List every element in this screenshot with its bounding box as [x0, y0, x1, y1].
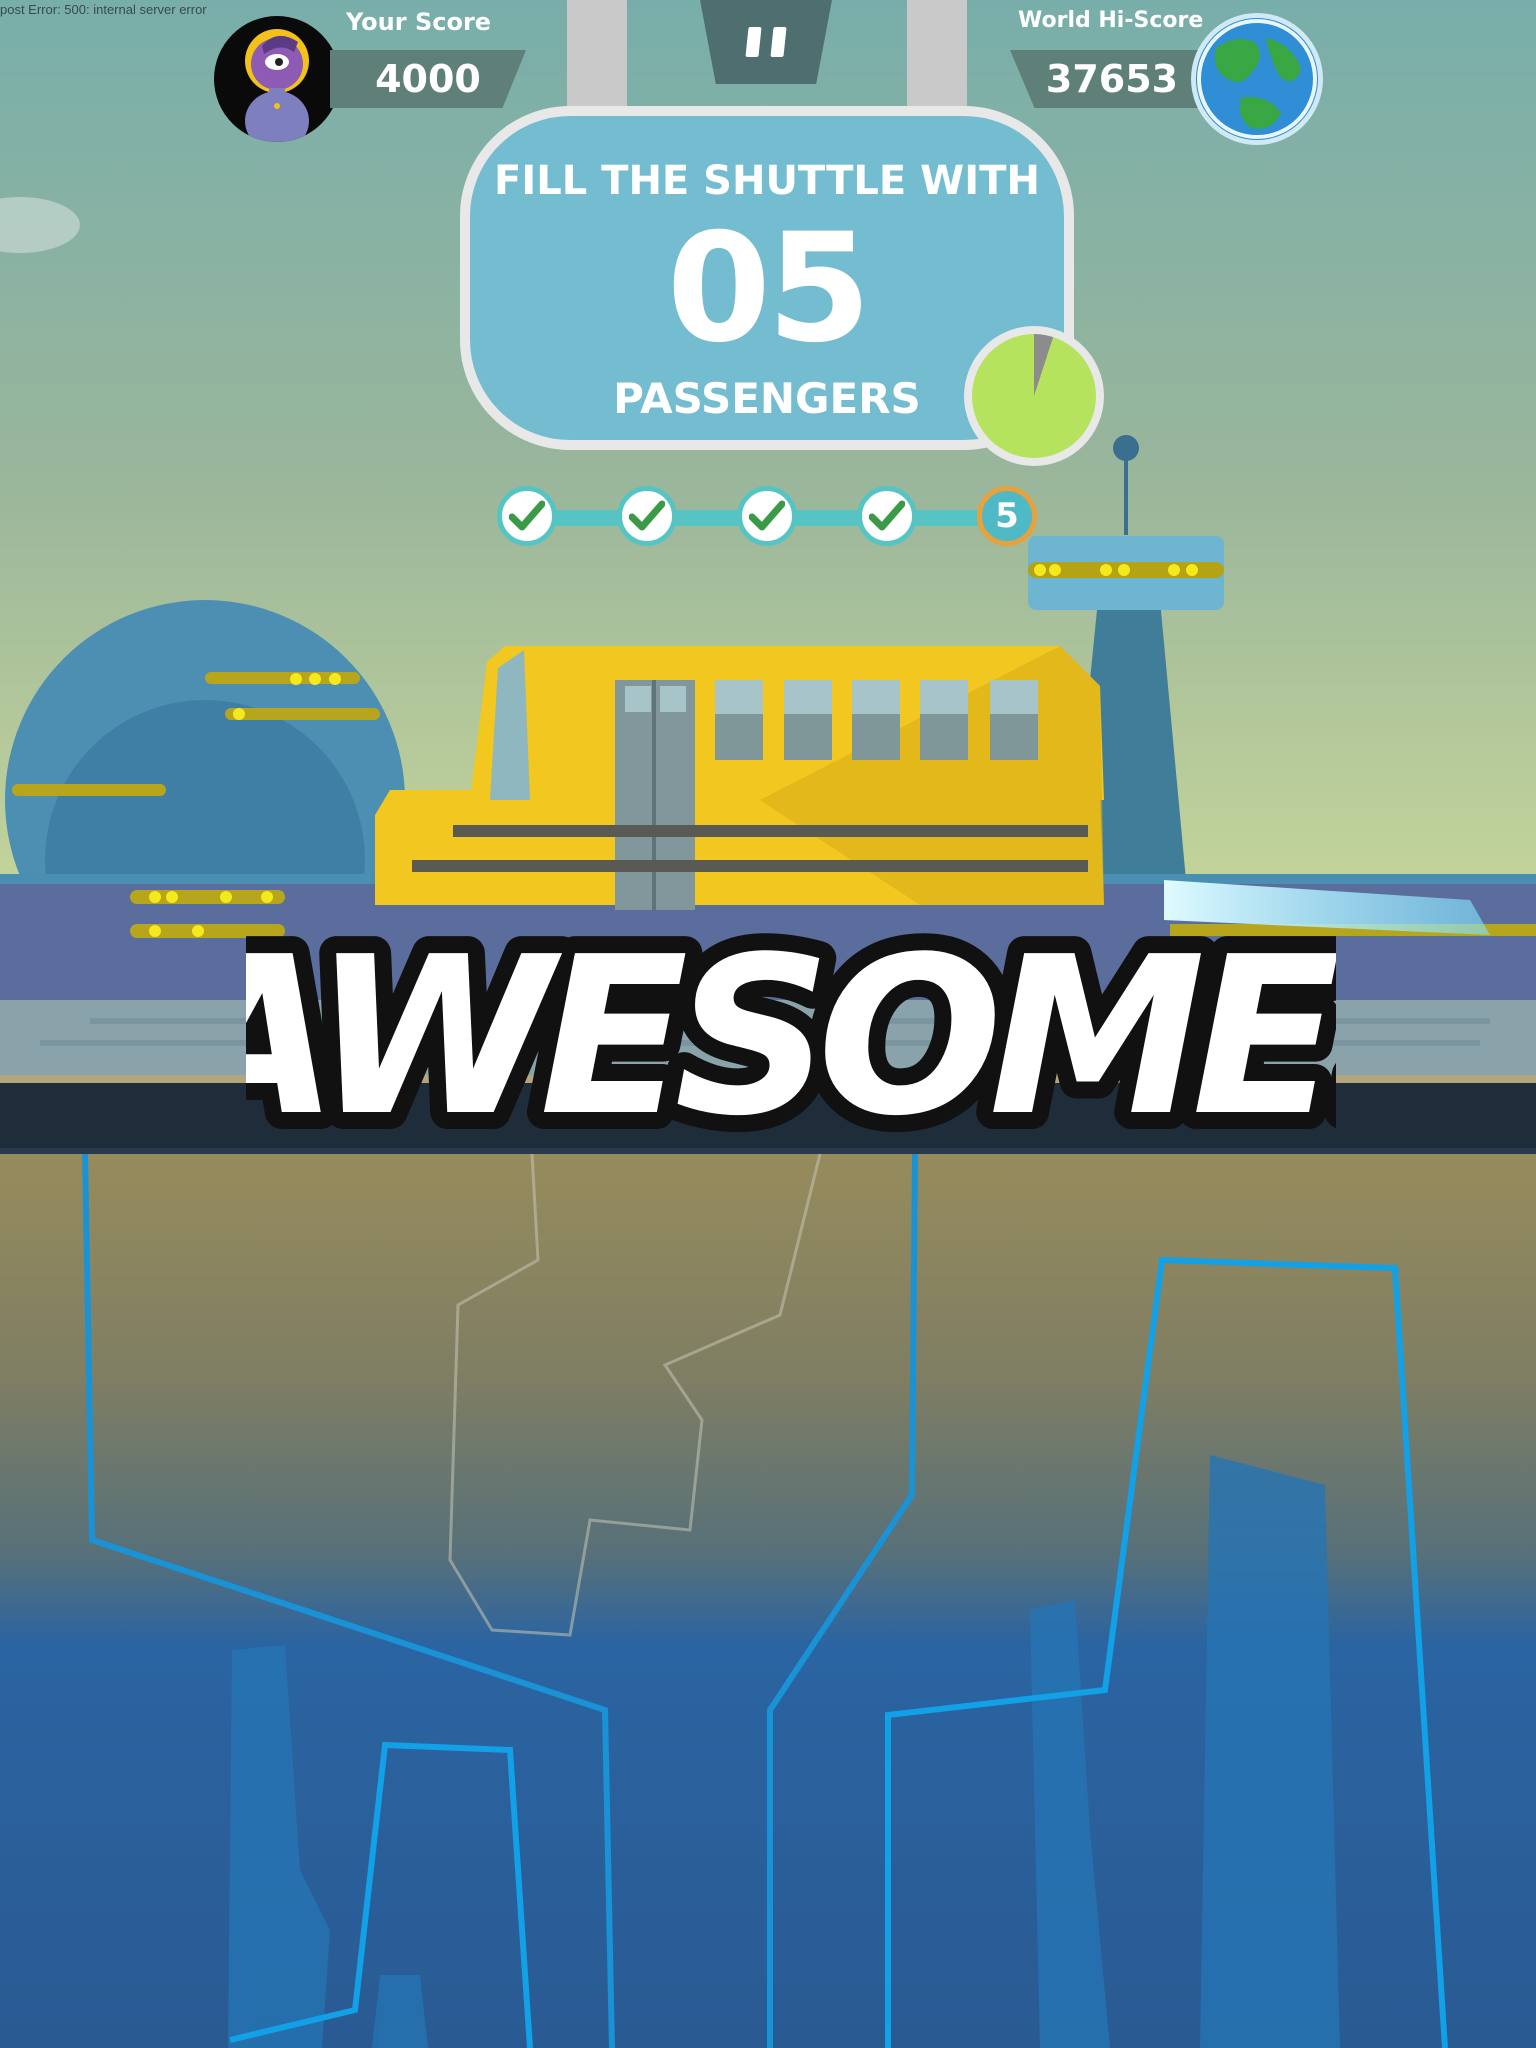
- sign-hanger-left: [567, 0, 627, 110]
- pause-icon: [745, 27, 762, 57]
- your-score-value: 4000: [330, 50, 526, 108]
- world-hiscore-value: 37653: [1010, 50, 1214, 108]
- your-score-label: Your Score: [346, 8, 492, 36]
- progress-step: [617, 486, 677, 546]
- check-icon: [749, 500, 785, 531]
- alien-avatar-icon: [245, 29, 309, 142]
- progress-step: [857, 486, 917, 546]
- banner-text: AWESOME!: [246, 911, 1336, 1140]
- check-icon: [509, 500, 545, 531]
- pause-button[interactable]: [700, 0, 832, 84]
- awesome-banner: AWESOME! AWESOME!: [246, 900, 1336, 1140]
- passenger-count: 05: [666, 202, 872, 376]
- check-icon: [629, 500, 665, 531]
- progress-step: 5: [977, 486, 1037, 546]
- shuttle-bus: [375, 646, 1104, 910]
- check-icon: [869, 500, 905, 531]
- pause-icon-bar: [770, 27, 787, 57]
- progress-step: [497, 486, 557, 546]
- world-hiscore-label: World Hi-Score: [1018, 8, 1204, 33]
- sign-hanger-right: [907, 0, 967, 110]
- mission-line-1: FILL THE SHUTTLE WITH: [494, 158, 1040, 204]
- player-avatar: [214, 16, 340, 142]
- progress-step: [737, 486, 797, 546]
- countdown-timer: [964, 326, 1104, 466]
- progress-step-label: 5: [995, 496, 1019, 536]
- error-message: post Error: 500: internal server error: [0, 2, 207, 17]
- timer-fill: [972, 334, 1096, 458]
- globe-icon: [1196, 18, 1318, 140]
